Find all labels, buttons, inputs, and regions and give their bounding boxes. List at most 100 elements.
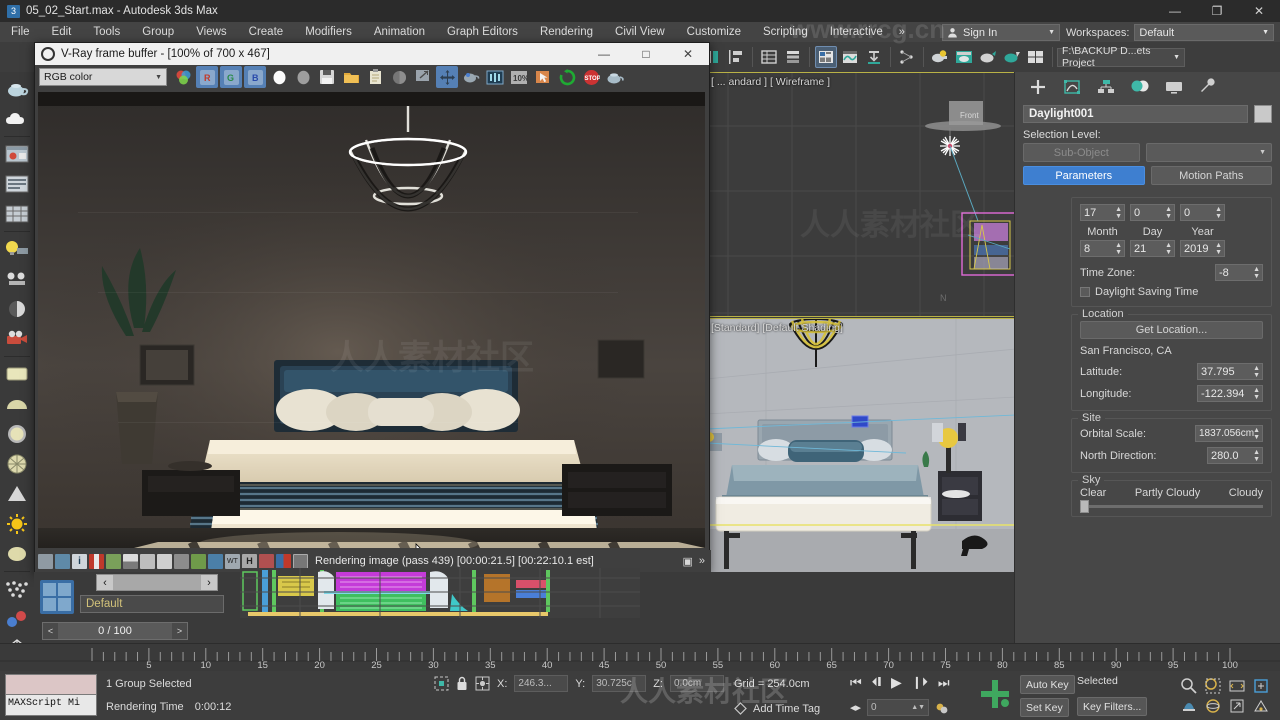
set-key-button[interactable]: Set Key	[1020, 698, 1069, 717]
vray-frame-buffer-window[interactable]: V-Ray frame buffer - [100% of 700 x 467]…	[34, 42, 711, 573]
menu-create[interactable]: Create	[238, 22, 295, 42]
horizontal-icon[interactable]: H	[242, 553, 257, 569]
viewport-bottom-right-label[interactable]: [Standard] [Default Shading]	[711, 322, 843, 334]
named-selection-sets[interactable]: ‹ ›	[96, 574, 218, 591]
menu-civil-view[interactable]: Civil View	[604, 22, 676, 42]
particles-icon[interactable]	[3, 575, 31, 603]
zoom-all-icon[interactable]	[1204, 677, 1226, 695]
curve-icon[interactable]	[140, 553, 155, 569]
menu-edit[interactable]: Edit	[41, 22, 83, 42]
exposure-icon[interactable]	[174, 553, 189, 569]
z-coordinate-field[interactable]: 0.0cm	[669, 675, 724, 692]
maxscript-input-pane[interactable]: MAXScript Mi	[5, 695, 97, 716]
lut-icon[interactable]	[191, 553, 206, 569]
align-icon[interactable]	[725, 46, 747, 68]
motion-paths-button[interactable]: Motion Paths	[1150, 166, 1272, 185]
render-frame-window-icon[interactable]	[977, 46, 999, 68]
chevron-down-icon[interactable]: ▼	[1259, 149, 1266, 156]
bars-icon[interactable]	[276, 553, 291, 569]
zoom-icon[interactable]	[1180, 677, 1202, 695]
spreadsheet-icon[interactable]	[3, 200, 31, 228]
sub-object-button[interactable]: Sub-Object	[1023, 143, 1140, 162]
render-production-icon[interactable]	[1001, 46, 1023, 68]
alpha-grey-icon[interactable]	[292, 66, 314, 88]
spinner-arrows-icon[interactable]: ▲ ▼	[1165, 206, 1172, 220]
project-folder-select[interactable]: F:\BACKUP D...ets Project ▼	[1057, 45, 1185, 69]
hours-spinner[interactable]: 17 ▲ ▼	[1080, 204, 1125, 221]
daylight-saving-checkbox[interactable]	[1080, 287, 1090, 297]
red-channel-icon[interactable]: R	[196, 66, 218, 88]
vray-render-last-icon[interactable]	[460, 66, 482, 88]
spinner-arrows-icon[interactable]: ▲ ▼	[1253, 266, 1260, 280]
clipboard-icon[interactable]	[364, 66, 386, 88]
zoom-region-icon[interactable]	[1252, 677, 1274, 695]
watermark-icon[interactable]: WT	[225, 553, 240, 569]
y-coordinate-field[interactable]: 30.725c	[592, 675, 647, 692]
create-tab-icon[interactable]	[1023, 75, 1053, 99]
play-button[interactable]: ▶	[891, 674, 902, 691]
menu-views[interactable]: Views	[185, 22, 237, 42]
spinner-arrows-icon[interactable]: ▲ ▼	[1165, 242, 1172, 256]
sun-icon[interactable]	[3, 510, 31, 538]
refresh-render-icon[interactable]	[556, 66, 578, 88]
minutes-spinner[interactable]: 0 ▲ ▼	[1130, 204, 1175, 221]
current-frame-field[interactable]: 0 ▲▼	[867, 699, 930, 716]
viewport-layout-button[interactable]	[38, 578, 76, 616]
force-color-clamp-icon[interactable]	[412, 66, 434, 88]
spinner-arrows-icon[interactable]: ▲ ▼	[1253, 427, 1260, 441]
menu-scripting[interactable]: Scripting	[752, 22, 819, 42]
longitude-spinner[interactable]: -122.394 ▲ ▼	[1197, 385, 1263, 402]
color-stripes-icon[interactable]	[89, 553, 104, 569]
latitude-spinner[interactable]: 37.795 ▲ ▼	[1197, 363, 1263, 380]
spinner-arrows-icon[interactable]: ▲ ▼	[1253, 387, 1260, 401]
named-set-field[interactable]	[113, 575, 201, 590]
absolute-relative-icon[interactable]	[475, 676, 490, 691]
pan-move-icon[interactable]	[436, 66, 458, 88]
vfb-close-button[interactable]: ✕	[667, 43, 709, 65]
sky-slider-thumb[interactable]	[1080, 500, 1089, 513]
menu-modifiers[interactable]: Modifiers	[294, 22, 363, 42]
lock-selection-icon[interactable]	[456, 676, 468, 691]
maximize-button[interactable]: ❐	[1196, 0, 1238, 22]
render-setup-icon[interactable]	[953, 46, 975, 68]
save-image-icon[interactable]	[316, 66, 338, 88]
monochrome-icon[interactable]	[388, 66, 410, 88]
spinner-arrows-icon[interactable]: ▲ ▼	[1215, 206, 1222, 220]
goto-end-button[interactable]: ⏭	[938, 675, 950, 691]
green-channel-icon[interactable]: G	[220, 66, 242, 88]
chevron-down-icon[interactable]: ▼	[1262, 29, 1269, 36]
show-vfb-icon[interactable]	[55, 553, 70, 569]
render-region-10-icon[interactable]: 10%	[508, 66, 530, 88]
select-lock-icon[interactable]	[434, 676, 449, 691]
vfb-minimize-button[interactable]: —	[583, 43, 625, 65]
scene-explorer-icon[interactable]	[782, 46, 804, 68]
sky-option-clear[interactable]: Clear	[1080, 487, 1106, 499]
render-preview-icon[interactable]	[3, 140, 31, 168]
menu-graph-editors[interactable]: Graph Editors	[436, 22, 529, 42]
teapot-icon[interactable]	[3, 75, 31, 103]
menu-rendering[interactable]: Rendering	[529, 22, 604, 42]
sky-slider[interactable]	[1080, 500, 1263, 513]
chevron-down-icon[interactable]: ▼	[1048, 29, 1055, 36]
layer-explorer-icon[interactable]	[758, 46, 780, 68]
vfb-pin-icon[interactable]: ▣	[682, 555, 692, 568]
alpha-white-icon[interactable]	[268, 66, 290, 88]
vertical-icon[interactable]	[259, 553, 274, 569]
get-location-button[interactable]: Get Location...	[1080, 321, 1263, 339]
viewport-top-right-front[interactable]: [ ... andard ] [ Wireframe ] Front N	[705, 72, 1015, 317]
menu-file[interactable]: File	[0, 22, 41, 42]
layer-manager-icon[interactable]	[815, 46, 837, 68]
prev-frame-button[interactable]: ⏴❙	[872, 675, 881, 690]
add-time-tag-row[interactable]: Add Time Tag	[734, 702, 820, 715]
time-slider-next[interactable]: >	[172, 623, 187, 639]
vfb-maximize-button[interactable]: □	[625, 43, 667, 65]
minimize-button[interactable]: —	[1154, 0, 1196, 22]
camera-icon[interactable]	[3, 325, 31, 353]
time-slider[interactable]: < 0 / 100 >	[42, 622, 188, 640]
utilities-tab-icon[interactable]	[1193, 75, 1223, 99]
menu-animation[interactable]: Animation	[363, 22, 436, 42]
named-set-next-button[interactable]: ›	[201, 577, 217, 589]
dome-icon[interactable]	[3, 390, 31, 418]
stop-render-icon[interactable]: STOP	[580, 66, 602, 88]
chevron-down-icon[interactable]: ▼	[155, 74, 162, 81]
